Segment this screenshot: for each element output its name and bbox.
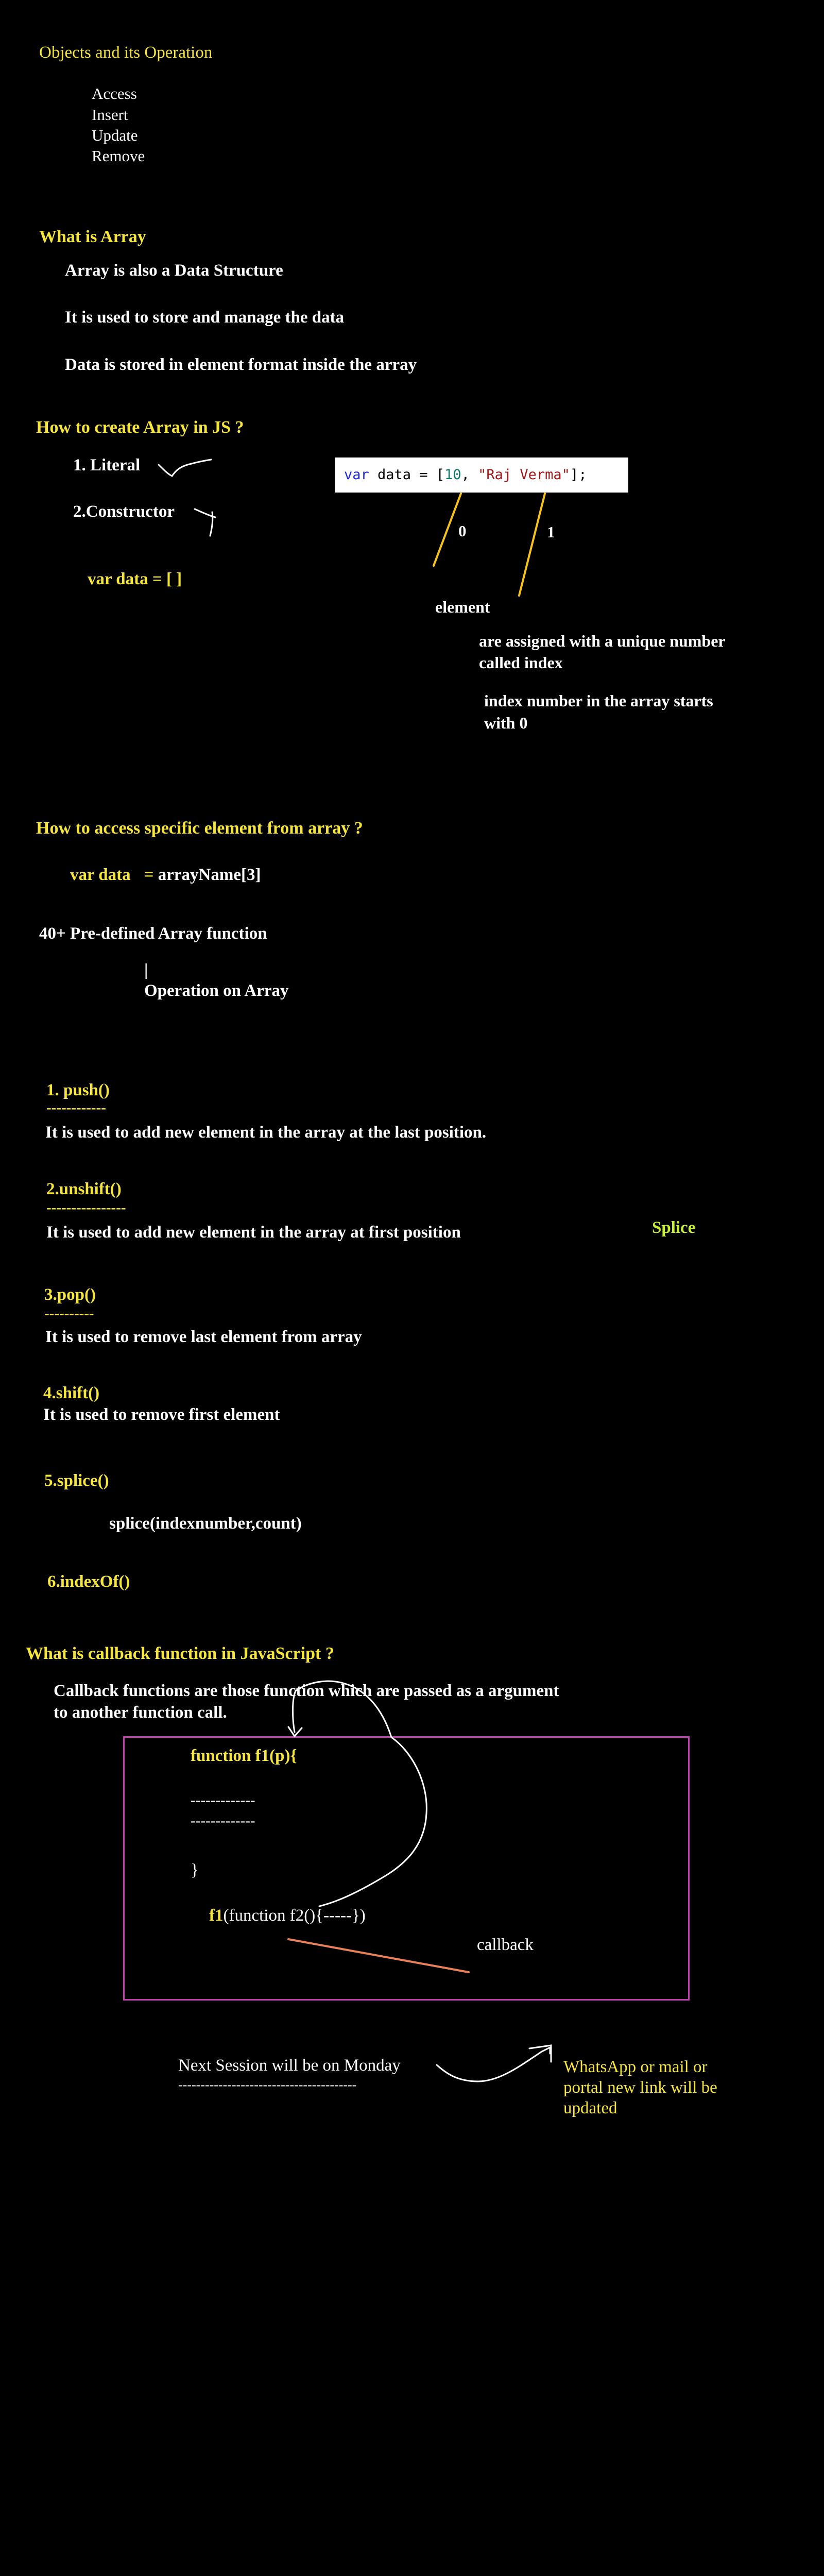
push-title: 1. push() xyxy=(46,1081,110,1099)
array-line-1: Array is also a Data Structure xyxy=(65,261,283,280)
function-body-line-2: ------------- xyxy=(191,1812,255,1829)
operation-access: Access xyxy=(92,84,137,103)
splice-signature: splice(indexnumber,count) xyxy=(109,1514,302,1533)
access-example-eq: = xyxy=(144,866,154,884)
pop-title: 3.pop() xyxy=(44,1285,96,1304)
callback-line-1: Callback functions are those function wh… xyxy=(54,1682,559,1700)
index-note-1: are assigned with a unique number xyxy=(479,632,726,650)
array-heading: What is Array xyxy=(39,227,146,246)
splice-note: Splice xyxy=(652,1218,696,1237)
array-line-2: It is used to store and manage the data xyxy=(65,308,345,327)
callback-label: callback xyxy=(477,1936,534,1954)
push-description: It is used to add new element in the arr… xyxy=(45,1123,487,1142)
function-declaration: function f1(p){ xyxy=(191,1747,297,1766)
function-call-name: f1 xyxy=(209,1906,224,1925)
constructor-label: 2.Constructor xyxy=(73,502,175,521)
function-closing-brace: } xyxy=(191,1861,199,1879)
operation-insert: Insert xyxy=(92,106,128,124)
index-note-2: called index xyxy=(479,653,563,672)
code-end: ]; xyxy=(570,467,587,483)
annotation-strokes xyxy=(158,459,552,2082)
access-heading: How to access specific element from arra… xyxy=(36,819,363,838)
function-call-args: (function f2(){-----}) xyxy=(223,1906,366,1925)
literal-checkmark xyxy=(158,459,212,477)
next-session-note: Next Session will be on Monday xyxy=(178,2056,401,2075)
shift-description: It is used to remove first element xyxy=(43,1405,280,1424)
function-declaration-start: function f1( xyxy=(191,1747,276,1765)
code-keyword: var xyxy=(344,467,369,483)
operation-bar: | xyxy=(144,961,148,979)
index-one-pointer-line xyxy=(518,493,546,597)
footer-arrow-head xyxy=(528,2044,552,2063)
access-example: var data = arrayName[3] xyxy=(70,866,261,885)
callback-heading: What is callback function in JavaScript … xyxy=(26,1644,334,1663)
element-label: element xyxy=(435,598,490,616)
function-call: f1(function f2(){-----}) xyxy=(209,1906,366,1926)
array-line-3: Data is stored in element format inside … xyxy=(65,355,417,374)
intro-title: Objects and its Operation xyxy=(39,43,213,62)
constructor-checkmark xyxy=(194,508,216,537)
code-name: data = [ xyxy=(369,467,445,483)
link-update-note-1: WhatsApp or mail or xyxy=(563,2058,708,2076)
literal-label: 1. Literal xyxy=(73,456,141,474)
code-string: "Raj Verma" xyxy=(478,467,570,483)
unshift-underline: ---------------- xyxy=(46,1199,126,1216)
index-note-4: with 0 xyxy=(484,714,528,732)
shift-title: 4.shift() xyxy=(43,1384,100,1402)
code-snippet: var data = [10, "Raj Verma"]; xyxy=(335,457,628,493)
index-one-label: 1 xyxy=(547,523,555,541)
link-update-note-3: updated xyxy=(563,2099,617,2117)
var-data-example: var data = [ ] xyxy=(88,570,182,588)
pop-description: It is used to remove last element from a… xyxy=(45,1328,362,1346)
indexof-title: 6.indexOf() xyxy=(47,1572,130,1591)
push-underline: ------------ xyxy=(46,1099,106,1116)
callback-arrow-head xyxy=(287,1726,303,1738)
index-zero-label: 0 xyxy=(458,522,467,540)
callback-example-box xyxy=(123,1736,690,2001)
operation-on-array: Operation on Array xyxy=(144,981,289,1000)
unshift-title: 2.unshift() xyxy=(46,1180,122,1198)
footer-arrow-curve xyxy=(436,2046,551,2082)
create-array-heading: How to create Array in JS ? xyxy=(36,418,244,437)
splice-title: 5.splice() xyxy=(44,1471,109,1490)
link-update-note-2: portal new link will be xyxy=(563,2078,717,2097)
access-example-var: var data xyxy=(70,866,131,884)
function-declaration-end: ){ xyxy=(284,1747,297,1765)
callback-line-2: to another function call. xyxy=(54,1703,227,1722)
code-number: 10 xyxy=(444,467,461,483)
unshift-description: It is used to add new element in the arr… xyxy=(46,1223,461,1242)
index-note-3: index number in the array starts xyxy=(484,691,713,710)
code-separator: , xyxy=(461,467,478,483)
function-parameter: p xyxy=(275,1747,285,1765)
operation-update: Update xyxy=(92,126,138,144)
next-session-underline: ---------------------------------------- xyxy=(178,2077,357,2092)
index-zero-pointer-line xyxy=(433,493,462,567)
access-example-expr: arrayName[3] xyxy=(158,866,261,884)
predefined-label: 40+ Pre-defined Array function xyxy=(39,924,267,943)
pop-underline: ---------- xyxy=(44,1305,94,1321)
operation-remove: Remove xyxy=(92,147,145,165)
function-body-line-1: ------------- xyxy=(191,1792,255,1808)
